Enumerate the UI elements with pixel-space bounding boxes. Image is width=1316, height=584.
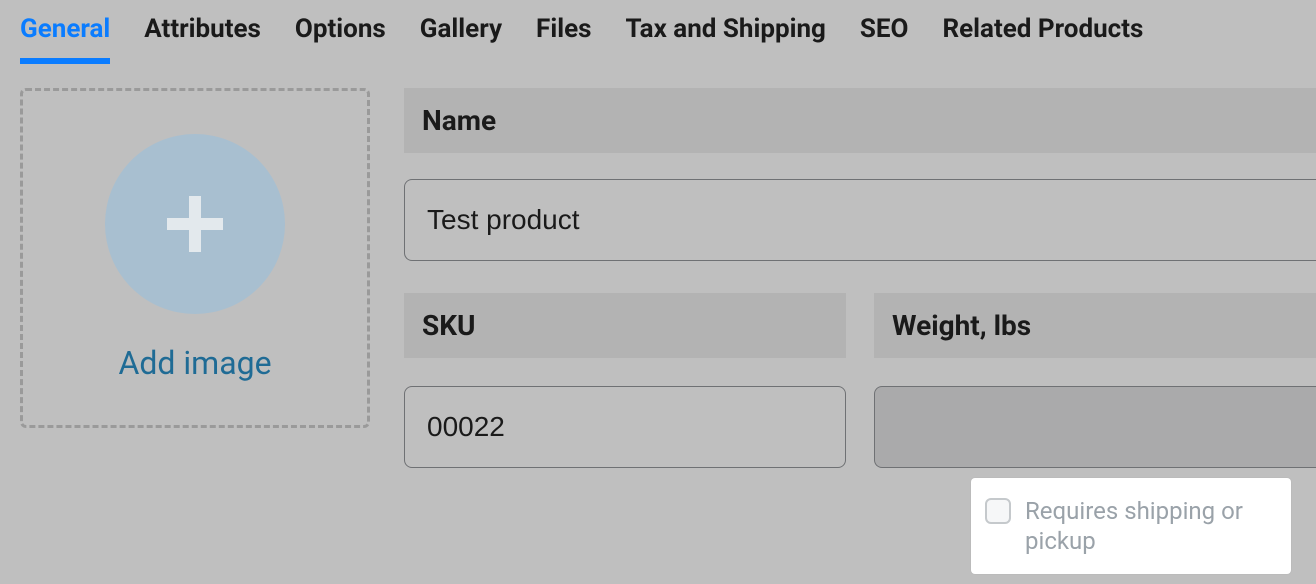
tab-files[interactable]: Files [536, 14, 591, 64]
weight-label: Weight, lbs [874, 293, 1316, 358]
tab-attributes[interactable]: Attributes [144, 14, 261, 64]
add-image-label: Add image [118, 344, 271, 382]
requires-shipping-label: Requires shipping or pickup [1025, 496, 1273, 556]
plus-icon [159, 188, 231, 260]
tab-related-products[interactable]: Related Products [942, 14, 1143, 64]
tab-tax-shipping[interactable]: Tax and Shipping [625, 14, 825, 64]
tab-general[interactable]: General [20, 14, 110, 64]
tab-gallery[interactable]: Gallery [420, 14, 502, 64]
sku-label: SKU [404, 293, 846, 358]
product-form: Name SKU Weight, lbs [404, 88, 1316, 468]
product-tabs: General Attributes Options Gallery Files… [0, 0, 1316, 64]
sku-input[interactable] [404, 386, 846, 468]
tab-options[interactable]: Options [295, 14, 386, 64]
weight-input[interactable] [874, 386, 1316, 468]
add-image-dropzone[interactable]: Add image [20, 88, 370, 428]
requires-shipping-checkbox[interactable] [985, 498, 1011, 524]
name-label: Name [404, 88, 1316, 153]
tab-seo[interactable]: SEO [860, 14, 909, 64]
shipping-requirement-popover: Requires shipping or pickup [971, 478, 1291, 574]
name-input[interactable] [404, 179, 1316, 261]
add-image-circle [105, 134, 285, 314]
